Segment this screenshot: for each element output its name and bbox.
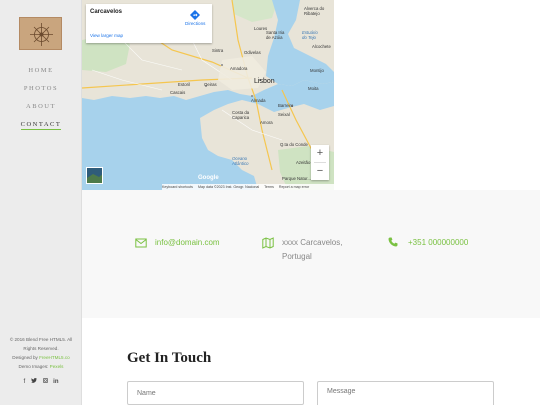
terms-link[interactable]: Terms <box>264 185 274 189</box>
map-label-alverca: Alverca do Ribatejo <box>304 6 325 16</box>
map-label-seixal: Seixal <box>278 112 290 117</box>
phone-link[interactable]: +351 000000000 <box>408 238 468 247</box>
map-icon <box>262 237 274 249</box>
sidebar: HOME PHOTOS ABOUT CONTACT © 2016 Blend F… <box>0 0 82 405</box>
map-info-card: Carcavelos Directions View larger map <box>86 4 212 43</box>
copyright-text-2: Rights Reserved. <box>23 346 59 351</box>
map-label-estoril: Estoril <box>178 82 190 87</box>
nav-item-label: HOME <box>28 67 54 74</box>
zoom-in-button[interactable]: + <box>311 145 329 162</box>
phone-icon <box>388 237 398 247</box>
map-label-alcochete: Alcochete <box>312 44 331 49</box>
linkedin-icon[interactable]: in <box>53 379 58 385</box>
zoom-controls: + − <box>311 145 329 180</box>
map-label-oeiras: Oeiras <box>204 82 217 87</box>
map-embed[interactable]: Lisbon Amadora Sintra Odivelas Loures Al… <box>82 0 334 190</box>
nav-item-label: PHOTOS <box>23 85 59 92</box>
social-links: f in <box>0 378 82 385</box>
map-place-name: Carcavelos <box>90 9 123 15</box>
map-label-odivelas: Odivelas <box>244 50 261 55</box>
email-link[interactable]: info@domain.com <box>155 238 220 247</box>
map-label-caparica: Costa da Caparica <box>232 110 250 120</box>
address-line-2: Portugal <box>282 251 312 261</box>
nav-item-home[interactable]: HOME <box>0 64 82 82</box>
map-label-azeitao: Azeitão <box>296 160 311 165</box>
copyright-text: © 2016 Blend Free HTML5. All <box>9 337 73 342</box>
designer-link[interactable]: FreeHTML5.co <box>39 355 70 360</box>
map-label-montijo: Montijo <box>310 68 324 73</box>
map-label-amadora: Amadora <box>230 66 248 71</box>
instagram-icon[interactable] <box>42 378 48 385</box>
directions-link[interactable]: Directions <box>185 21 205 26</box>
map-label-lisbon: Lisbon <box>254 78 275 85</box>
site-logo[interactable] <box>19 17 62 50</box>
map-data-text: Map data ©2023 Inst. Geogr. Nacional <box>197 185 260 189</box>
map-label-atlantic: Oceano Atlântico <box>232 156 249 166</box>
map-label-barreiro: Barreiro <box>278 103 294 108</box>
facebook-icon[interactable]: f <box>23 379 25 385</box>
designed-by: Designed by FreeHTML5.co <box>0 353 82 362</box>
nav-item-about[interactable]: ABOUT <box>0 100 82 118</box>
map-label-estuary: Estuário do Tejo <box>302 30 318 40</box>
nav-item-label: ABOUT <box>26 103 56 110</box>
zoom-out-button[interactable]: − <box>311 163 329 180</box>
map-label-parque: Parque Natur... <box>282 176 311 181</box>
keyboard-shortcuts-link[interactable]: Keyboard shortcuts <box>162 185 193 189</box>
nav-item-photos[interactable]: PHOTOS <box>0 82 82 100</box>
map-label-quinta-do-conde: Q.ta do Conde <box>280 142 308 147</box>
message-textarea[interactable] <box>317 381 494 405</box>
get-in-touch-heading: Get In Touch <box>127 350 212 366</box>
map-label-cascais: Cascais <box>170 90 186 95</box>
address-line-1: xxxx Carcavelos, <box>282 238 343 247</box>
google-logo: Google <box>198 175 219 181</box>
contact-phone: +351 000000000 <box>408 236 468 250</box>
map-label-sintra: Sintra <box>212 48 224 53</box>
pexels-link[interactable]: Pexels <box>50 364 64 369</box>
envelope-icon <box>135 238 147 248</box>
map-label-almada: Almada <box>251 98 266 103</box>
map-label-moita: Moita <box>308 86 319 91</box>
sidebar-footer: © 2016 Blend Free HTML5. All Rights Rese… <box>0 335 82 371</box>
map-label-amora: Amora <box>260 120 273 125</box>
satellite-toggle[interactable] <box>86 167 103 184</box>
demo-images-prefix: Demo Images: <box>18 364 50 369</box>
name-input[interactable] <box>127 381 304 405</box>
demo-images: Demo Images: Pexels <box>0 362 82 371</box>
contact-address: xxxx Carcavelos, Portugal <box>282 236 342 263</box>
twitter-icon[interactable] <box>30 378 37 385</box>
directions-icon[interactable] <box>190 10 200 20</box>
map-label-santa-iria: Santa Iria de Azóia <box>266 30 285 40</box>
nav-item-label: CONTACT <box>20 121 62 130</box>
view-larger-map-link[interactable]: View larger map <box>90 33 123 38</box>
contact-email: info@domain.com <box>155 236 220 250</box>
nav-item-contact[interactable]: CONTACT <box>0 118 82 136</box>
designed-by-prefix: Designed by <box>12 355 40 360</box>
report-error-link[interactable]: Report a map error <box>279 185 309 189</box>
main-nav: HOME PHOTOS ABOUT CONTACT <box>0 64 82 136</box>
